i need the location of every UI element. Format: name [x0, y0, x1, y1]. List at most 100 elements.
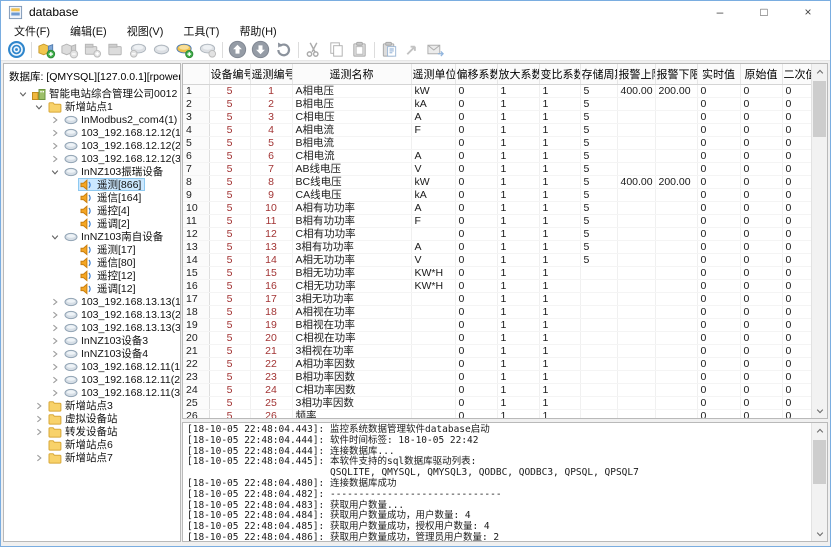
table-cell[interactable]: 5 — [209, 357, 250, 370]
table-cell[interactable]: 0 — [740, 201, 782, 214]
column-header-4[interactable]: 偏移系数 — [455, 64, 497, 84]
tree-item-27[interactable]: 新增站点6 — [4, 438, 180, 451]
row-number[interactable]: 20 — [183, 331, 209, 344]
table-cell[interactable]: 0 — [740, 409, 782, 418]
tree-item-19[interactable]: InNZ103设备3 — [4, 334, 180, 347]
chevron-open-icon[interactable] — [48, 168, 62, 176]
table-cell[interactable]: 5 — [209, 279, 250, 292]
table-cell[interactable]: 1 — [539, 240, 580, 253]
table-cell[interactable] — [617, 331, 655, 344]
table-cell[interactable]: C相无功功率 — [292, 279, 411, 292]
column-header-10[interactable]: 实时值 — [697, 64, 740, 84]
table-cell[interactable]: 1 — [539, 162, 580, 175]
table-cell[interactable]: A — [411, 240, 455, 253]
table-cell[interactable]: 0 — [697, 383, 740, 396]
table-cell[interactable]: 0 — [455, 97, 497, 110]
table-cell[interactable] — [655, 357, 697, 370]
table-cell[interactable]: 0 — [455, 123, 497, 136]
table-cell[interactable]: 3相无功功率 — [292, 292, 411, 305]
table-cell[interactable]: 5 — [580, 227, 617, 240]
tree-item-21[interactable]: 103_192.168.12.11(1) — [4, 360, 180, 373]
table-cell[interactable]: 0 — [782, 331, 811, 344]
table-cell[interactable]: 0 — [782, 266, 811, 279]
table-cell[interactable] — [617, 266, 655, 279]
table-cell[interactable]: 22 — [250, 357, 292, 370]
table-cell[interactable] — [655, 136, 697, 149]
table-cell[interactable]: 0 — [782, 227, 811, 240]
table-cell[interactable] — [655, 214, 697, 227]
table-cell[interactable]: 25 — [250, 396, 292, 409]
table-cell[interactable]: 0 — [740, 396, 782, 409]
table-cell[interactable]: C相视在功率 — [292, 331, 411, 344]
table-cell[interactable]: 0 — [740, 240, 782, 253]
table-cell[interactable]: A相视在功率 — [292, 305, 411, 318]
table-cell[interactable] — [617, 136, 655, 149]
tree-item-2[interactable]: InModbus2_com4(1) — [4, 113, 180, 126]
table-cell[interactable]: 0 — [455, 396, 497, 409]
table-cell[interactable] — [580, 396, 617, 409]
table-cell[interactable]: 1 — [539, 396, 580, 409]
table-cell[interactable]: 5 — [209, 318, 250, 331]
table-cell[interactable] — [617, 227, 655, 240]
scroll-up-icon[interactable] — [812, 64, 827, 79]
chevron-closed-icon[interactable] — [48, 389, 62, 397]
table-cell[interactable] — [411, 331, 455, 344]
table-cell[interactable]: 5 — [209, 240, 250, 253]
table-cell[interactable]: 11 — [250, 214, 292, 227]
table-cell[interactable]: 0 — [455, 136, 497, 149]
table-cell[interactable]: 0 — [782, 253, 811, 266]
table-cell[interactable]: 1 — [497, 214, 539, 227]
table-cell[interactable]: 8 — [250, 175, 292, 188]
table-cell[interactable]: 0 — [740, 318, 782, 331]
tree-item-13[interactable]: 遥信[80] — [4, 256, 180, 269]
table-cell[interactable]: 6 — [250, 149, 292, 162]
column-header-0[interactable]: 设备编号 — [209, 64, 250, 84]
table-cell[interactable] — [617, 162, 655, 175]
row-number[interactable]: 11 — [183, 214, 209, 227]
table-cell[interactable] — [617, 214, 655, 227]
table-cell[interactable]: 24 — [250, 383, 292, 396]
table-cell[interactable] — [411, 344, 455, 357]
toolbar-button-add-device[interactable] — [173, 39, 196, 60]
table-cell[interactable]: 0 — [740, 253, 782, 266]
table-cell[interactable]: 200.00 — [655, 175, 697, 188]
table-cell[interactable]: 1 — [497, 227, 539, 240]
table-cell[interactable]: 1 — [539, 318, 580, 331]
table-cell[interactable]: 0 — [740, 175, 782, 188]
table-cell[interactable] — [617, 370, 655, 383]
row-number[interactable]: 12 — [183, 227, 209, 240]
chevron-closed-icon[interactable] — [32, 428, 46, 436]
table-cell[interactable]: 5 — [209, 84, 250, 97]
table-cell[interactable] — [655, 110, 697, 123]
table-cell[interactable]: 1 — [497, 344, 539, 357]
table-cell[interactable]: 0 — [740, 97, 782, 110]
table-cell[interactable]: 5 — [580, 253, 617, 266]
table-cell[interactable]: 0 — [697, 396, 740, 409]
table-cell[interactable]: 5 — [209, 162, 250, 175]
table-cell[interactable] — [617, 292, 655, 305]
table-cell[interactable]: 20 — [250, 331, 292, 344]
table-cell[interactable]: 5 — [209, 292, 250, 305]
chevron-closed-icon[interactable] — [48, 337, 62, 345]
table-cell[interactable] — [411, 292, 455, 305]
row-number[interactable]: 13 — [183, 240, 209, 253]
column-header-11[interactable]: 原始值 — [740, 64, 782, 84]
table-cell[interactable]: 0 — [697, 292, 740, 305]
table-cell[interactable]: 2 — [250, 97, 292, 110]
table-cell[interactable]: 0 — [455, 110, 497, 123]
table-cell[interactable]: 21 — [250, 344, 292, 357]
table-cell[interactable]: 0 — [455, 253, 497, 266]
row-number[interactable]: 21 — [183, 344, 209, 357]
table-cell[interactable]: 1 — [497, 123, 539, 136]
table-cell[interactable]: 0 — [782, 214, 811, 227]
column-header-9[interactable]: 报警下限 — [655, 64, 697, 84]
table-cell[interactable] — [411, 370, 455, 383]
table-cell[interactable]: 0 — [697, 279, 740, 292]
table-cell[interactable]: B相有功功率 — [292, 214, 411, 227]
chevron-closed-icon[interactable] — [48, 350, 62, 358]
table-cell[interactable]: B相电压 — [292, 97, 411, 110]
table-cell[interactable]: A相电压 — [292, 84, 411, 97]
table-cell[interactable]: 0 — [740, 136, 782, 149]
table-cell[interactable]: 1 — [539, 357, 580, 370]
table-cell[interactable]: V — [411, 162, 455, 175]
